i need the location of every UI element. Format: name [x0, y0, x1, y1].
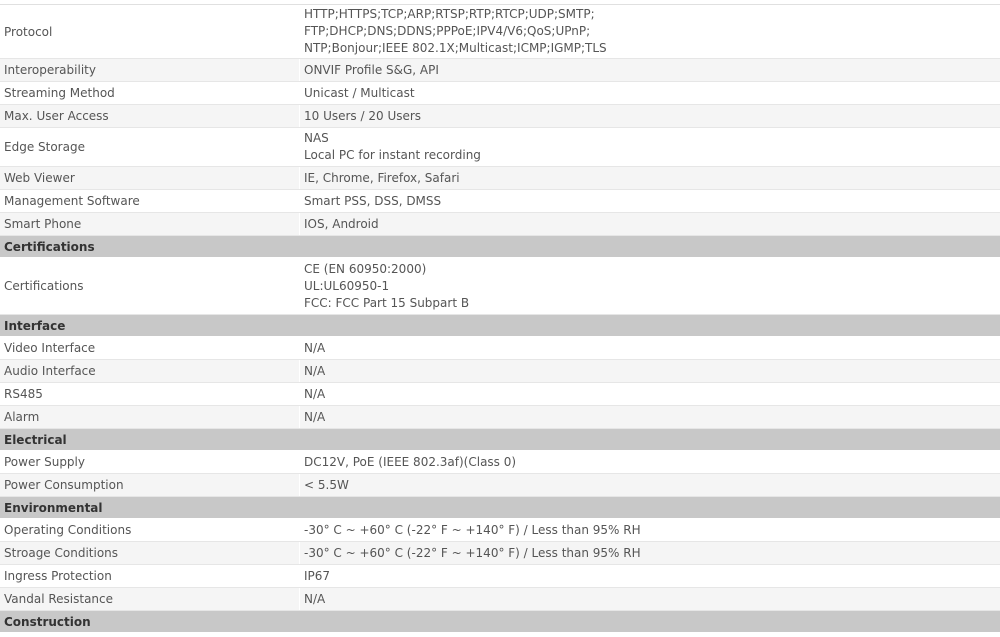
spec-label: Power Consumption [0, 474, 300, 496]
spec-value: N/A [300, 588, 1000, 610]
spec-row: Video Interface N/A [0, 337, 1000, 360]
spec-value-line: HTTP;HTTPS;TCP;ARP;RTSP;RTP;RTCP;UDP;SMT… [304, 7, 595, 21]
spec-label: Audio Interface [0, 360, 300, 382]
spec-value: -30° C ~ +60° C (-22° F ~ +140° F) / Les… [300, 542, 1000, 564]
spec-value-line: UL:UL60950-1 [304, 278, 390, 293]
spec-row: Audio Interface N/A [0, 360, 1000, 383]
spec-row: Power Supply DC12V, PoE (IEEE 802.3af)(Cl… [0, 451, 1000, 474]
spec-label: Operating Conditions [0, 519, 300, 541]
spec-value: ONVIF Profile S&G, API [300, 59, 1000, 81]
spec-row: Protocol HTTP;HTTPS;TCP;ARP;RTSP;RTP;RTCP… [0, 5, 1000, 59]
spec-row: Ingress Protection IP67 [0, 565, 1000, 588]
section-header-certifications: Certifications [0, 236, 1000, 258]
spec-label: Edge Storage [0, 128, 300, 166]
spec-value-line: Local PC for instant recording [304, 148, 481, 162]
spec-row: Streaming Method Unicast / Multicast [0, 82, 1000, 105]
spec-row: Max. User Access 10 Users / 20 Users [0, 105, 1000, 128]
spec-value-line: NTP;Bonjour;IEEE 802.1X;Multicast;ICMP;I… [304, 41, 607, 55]
spec-value-line: < 5.5W [304, 477, 349, 492]
spec-value-line: IP67 [304, 568, 331, 583]
spec-value-line: NAS [304, 131, 329, 145]
spec-value-line: DC12V, PoE (IEEE 802.3af)(Class 0) [304, 454, 517, 469]
spec-value-line: FCC: FCC Part 15 Subpart B [304, 295, 470, 310]
spec-row: Certifications CE (EN 60950:2000) UL:UL609… [0, 258, 1000, 315]
spec-value: DC12V, PoE (IEEE 802.3af)(Class 0) [300, 451, 1000, 473]
spec-value: Unicast / Multicast [300, 82, 1000, 104]
spec-value: IP67 [300, 565, 1000, 587]
spec-label: RS485 [0, 383, 300, 405]
spec-label: Stroage Conditions [0, 542, 300, 564]
spec-row: Interoperability ONVIF Profile S&G, API [0, 59, 1000, 82]
spec-value-line: N/A [304, 386, 326, 401]
spec-value: N/A [300, 337, 1000, 359]
spec-label: Management Software [0, 190, 300, 212]
spec-value-line: 10 Users / 20 Users [304, 108, 422, 123]
spec-row: RS485 N/A [0, 383, 1000, 406]
spec-label: Streaming Method [0, 82, 300, 104]
spec-value: 10 Users / 20 Users [300, 105, 1000, 127]
section-header-environmental: Environmental [0, 497, 1000, 519]
spec-row: Vandal Resistance N/A [0, 588, 1000, 611]
network-group: Protocol HTTP;HTTPS;TCP;ARP;RTSP;RTP;RTCP… [0, 5, 1000, 236]
spec-value-line: -30° C ~ +60° C (-22° F ~ +140° F) / Les… [304, 545, 641, 560]
spec-row: Stroage Conditions -30° C ~ +60° C (-22° … [0, 542, 1000, 565]
spec-label: Max. User Access [0, 105, 300, 127]
spec-value-line: N/A [304, 363, 326, 378]
spec-value-line: -30° C ~ +60° C (-22° F ~ +140° F) / Les… [304, 522, 641, 537]
spec-row: Power Consumption < 5.5W [0, 474, 1000, 497]
spec-value: IE, Chrome, Firefox, Safari [300, 167, 1000, 189]
spec-row: Management Software Smart PSS, DSS, DMSS [0, 190, 1000, 213]
spec-row: Web Viewer IE, Chrome, Firefox, Safari [0, 167, 1000, 190]
spec-value: < 5.5W [300, 474, 1000, 496]
spec-value: NAS Local PC for instant recording [300, 128, 1000, 166]
spec-row: Edge Storage NAS Local PC for instant reco… [0, 128, 1000, 167]
spec-row: Alarm N/A [0, 406, 1000, 429]
spec-value: N/A [300, 383, 1000, 405]
spec-value: CE (EN 60950:2000) UL:UL60950-1 FCC: FCC P… [300, 258, 1000, 314]
spec-value-line: ONVIF Profile S&G, API [304, 62, 439, 77]
spec-label: Interoperability [0, 59, 300, 81]
spec-label: Power Supply [0, 451, 300, 473]
spec-value: N/A [300, 406, 1000, 428]
spec-value: Smart PSS, DSS, DMSS [300, 190, 1000, 212]
spec-value-line: N/A [304, 340, 326, 355]
spec-label: Alarm [0, 406, 300, 428]
certifications-group: Certifications CE (EN 60950:2000) UL:UL609… [0, 258, 1000, 315]
spec-value-line: Smart PSS, DSS, DMSS [304, 193, 442, 208]
spec-label: Protocol [0, 5, 300, 58]
spec-value: N/A [300, 360, 1000, 382]
spec-value: HTTP;HTTPS;TCP;ARP;RTSP;RTP;RTCP;UDP;SMT… [300, 5, 1000, 58]
spec-label: Vandal Resistance [0, 588, 300, 610]
environmental-group: Operating Conditions -30° C ~ +60° C (-22… [0, 519, 1000, 611]
section-header-interface: Interface [0, 315, 1000, 337]
spec-value: IOS, Android [300, 213, 1000, 235]
spec-label: Certifications [0, 258, 300, 314]
spec-value: -30° C ~ +60° C (-22° F ~ +140° F) / Les… [300, 519, 1000, 541]
spec-label: Smart Phone [0, 213, 300, 235]
spec-label: Video Interface [0, 337, 300, 359]
section-header-electrical: Electrical [0, 429, 1000, 451]
interface-group: Video Interface N/A Audio Interface N/A RS48… [0, 337, 1000, 429]
spec-value-line: N/A [304, 409, 326, 424]
spec-value-line: Unicast / Multicast [304, 85, 415, 100]
spec-value-line: CE (EN 60950:2000) [304, 261, 427, 276]
electrical-group: Power Supply DC12V, PoE (IEEE 802.3af)(Cl… [0, 451, 1000, 497]
spec-row: Smart Phone IOS, Android [0, 213, 1000, 236]
spec-table: Protocol HTTP;HTTPS;TCP;ARP;RTSP;RTP;RTCP… [0, 0, 1000, 637]
spec-value-line: FTP;DHCP;DNS;DDNS;PPPoE;IPV4/V6;QoS;UPnP… [304, 24, 591, 38]
section-header-construction: Construction [0, 611, 1000, 633]
spec-label: Ingress Protection [0, 565, 300, 587]
spec-value-line: IOS, Android [304, 216, 379, 231]
spec-label: Web Viewer [0, 167, 300, 189]
spec-value-line: IE, Chrome, Firefox, Safari [304, 170, 460, 185]
spec-row: Operating Conditions -30° C ~ +60° C (-22… [0, 519, 1000, 542]
spec-value-line: N/A [304, 591, 326, 606]
